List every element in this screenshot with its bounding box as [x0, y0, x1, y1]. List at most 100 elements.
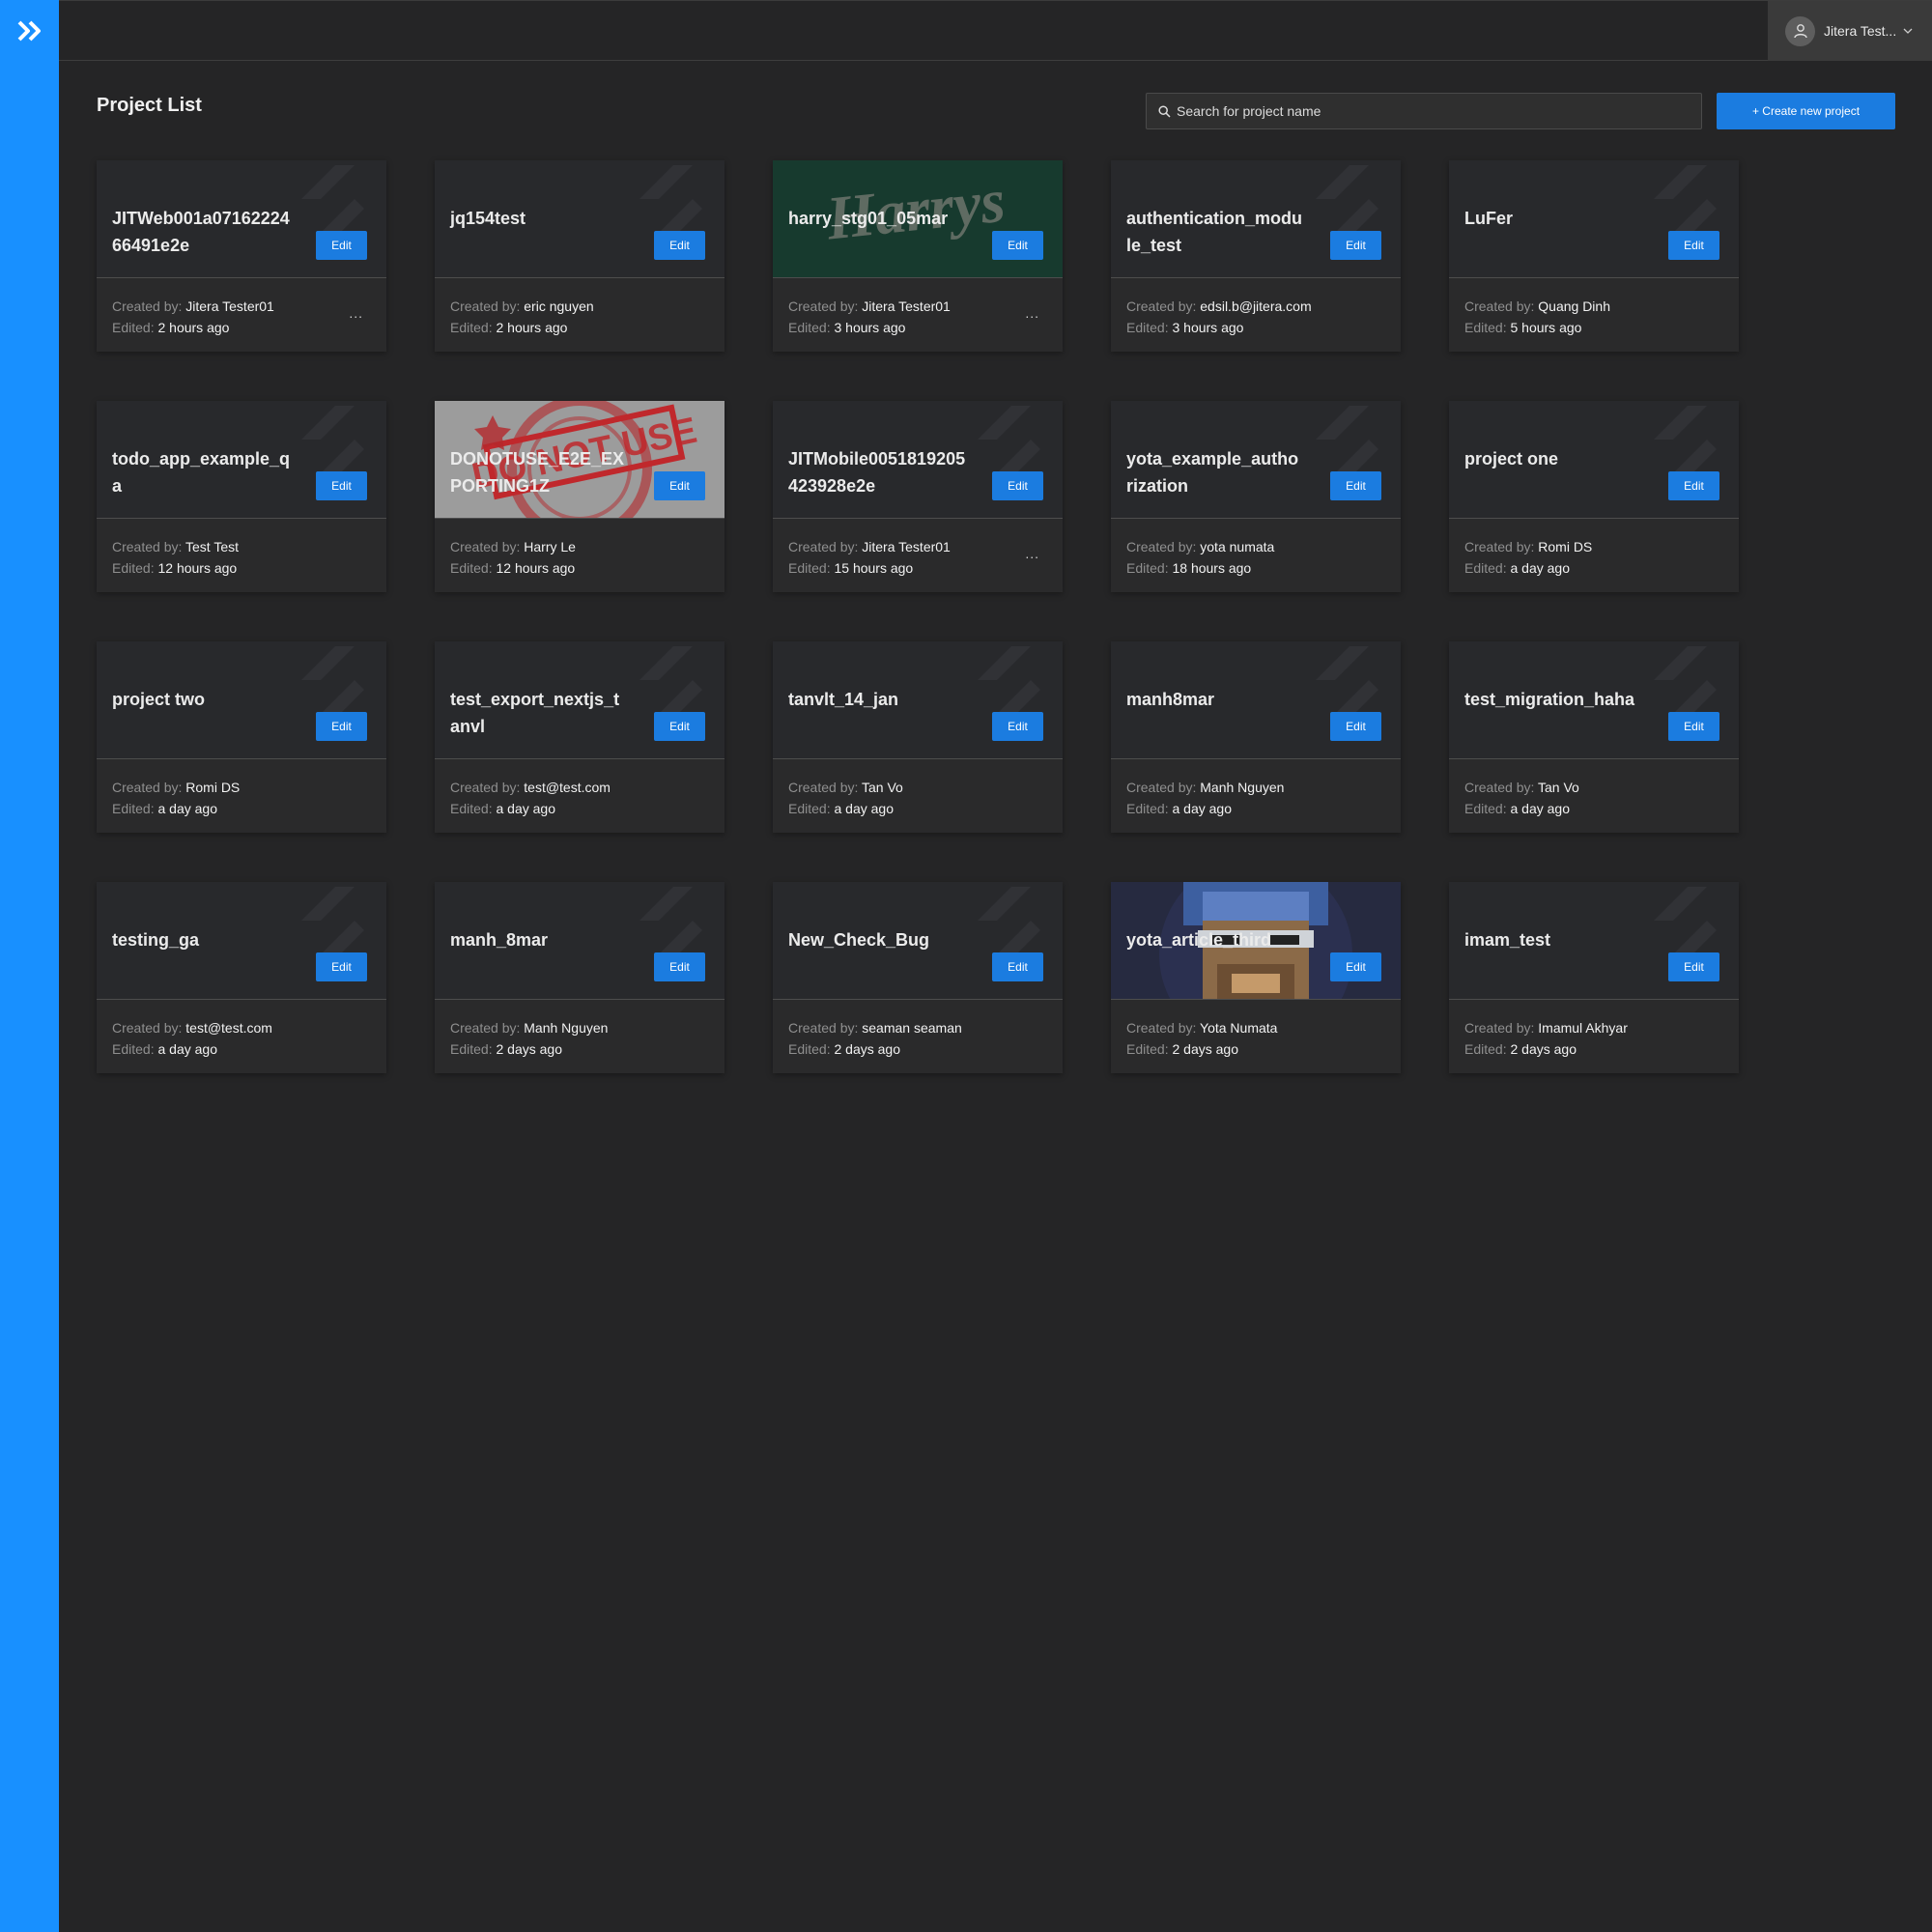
- edit-button[interactable]: Edit: [1668, 712, 1719, 741]
- edit-button[interactable]: Edit: [316, 471, 367, 500]
- edit-button[interactable]: Edit: [1668, 952, 1719, 981]
- edited-row: Edited: a day ago: [1126, 798, 1284, 819]
- created-by-row: Created by: Test Test: [112, 536, 239, 557]
- top-bar: Jitera Test...: [59, 0, 1932, 61]
- created-by-row: Created by: Manh Nguyen: [1126, 777, 1284, 798]
- edit-button[interactable]: Edit: [654, 471, 705, 500]
- created-by-value: Quang Dinh: [1538, 298, 1610, 314]
- project-name: manh_8mar: [450, 930, 549, 950]
- edit-button[interactable]: Edit: [992, 471, 1043, 500]
- project-card[interactable]: jq154test Edit Created by: eric nguyen Edit…: [435, 160, 724, 352]
- edit-button[interactable]: Edit: [1668, 231, 1719, 260]
- more-options-icon[interactable]: ...: [1025, 546, 1039, 561]
- edit-button[interactable]: Edit: [316, 712, 367, 741]
- edited-value: 12 hours ago: [496, 560, 576, 576]
- edit-button[interactable]: Edit: [1330, 471, 1381, 500]
- created-by-value: yota numata: [1200, 539, 1275, 554]
- project-card[interactable]: authentication_module_test Edit Created by…: [1111, 160, 1401, 352]
- edited-label: Edited:: [788, 320, 831, 335]
- created-by-label: Created by:: [450, 298, 521, 314]
- project-meta: Created by: test@test.com Edited: a day a…: [450, 777, 611, 819]
- card-header: yota_article_third Edit: [1111, 882, 1401, 1000]
- edit-button[interactable]: Edit: [992, 231, 1043, 260]
- edited-row: Edited: 2 hours ago: [450, 317, 594, 338]
- project-card[interactable]: imam_test Edit Created by: Imamul Akhyar Ed…: [1449, 882, 1739, 1073]
- edited-value: a day ago: [496, 801, 555, 816]
- edited-label: Edited:: [450, 801, 493, 816]
- edit-button[interactable]: Edit: [654, 231, 705, 260]
- created-by-row: Created by: Tan Vo: [788, 777, 903, 798]
- project-card[interactable]: tanvlt_14_jan Edit Created by: Tan Vo Edite…: [773, 641, 1063, 833]
- edit-button[interactable]: Edit: [1330, 952, 1381, 981]
- edit-button[interactable]: Edit: [992, 712, 1043, 741]
- project-meta: Created by: Jitera Tester01 Edited: 2 hou…: [112, 296, 274, 338]
- project-name: authentication_module_test: [1126, 209, 1303, 255]
- edited-label: Edited:: [1126, 801, 1169, 816]
- created-by-value: Manh Nguyen: [524, 1020, 609, 1036]
- edit-button[interactable]: Edit: [316, 231, 367, 260]
- edit-button[interactable]: Edit: [1330, 231, 1381, 260]
- card-header: authentication_module_test Edit: [1111, 160, 1401, 278]
- project-card[interactable]: testing_ga Edit Created by: test@test.com E…: [97, 882, 386, 1073]
- card-header: JITWeb001a0716222466491e2e Edit: [97, 160, 386, 278]
- project-card[interactable]: project one Edit Created by: Romi DS Edited…: [1449, 401, 1739, 592]
- edit-button[interactable]: Edit: [654, 952, 705, 981]
- created-by-label: Created by:: [788, 298, 859, 314]
- edit-button[interactable]: Edit: [1668, 471, 1719, 500]
- project-card[interactable]: test_migration_haha Edit Created by: Tan V…: [1449, 641, 1739, 833]
- more-options-icon[interactable]: ...: [349, 305, 363, 321]
- edited-row: Edited: a day ago: [788, 798, 903, 819]
- project-card[interactable]: JITMobile0051819205423928e2e Edit Created …: [773, 401, 1063, 592]
- edited-row: Edited: 2 days ago: [788, 1038, 962, 1060]
- created-by-value: test@test.com: [185, 1020, 272, 1036]
- created-by-value: Imamul Akhyar: [1538, 1020, 1628, 1036]
- project-card[interactable]: New_Check_Bug Edit Created by: seaman seam…: [773, 882, 1063, 1073]
- edited-value: a day ago: [834, 801, 894, 816]
- search-box[interactable]: [1146, 93, 1702, 129]
- project-card[interactable]: yota_example_authorization Edit Created by…: [1111, 401, 1401, 592]
- project-card[interactable]: Harrys harry_stg01_05mar Edit Created by: J…: [773, 160, 1063, 352]
- project-card[interactable]: manh_8mar Edit Created by: Manh Nguyen Edit…: [435, 882, 724, 1073]
- created-by-label: Created by:: [112, 1020, 183, 1036]
- edited-row: Edited: 12 hours ago: [450, 557, 576, 579]
- project-card[interactable]: DO NOT USE DONOTUSE_E2E_EXPORTING1Z Edit Cr…: [435, 401, 724, 592]
- search-input[interactable]: [1177, 103, 1679, 119]
- edit-button[interactable]: Edit: [316, 952, 367, 981]
- project-card[interactable]: test_export_nextjs_tanvl Edit Created by: …: [435, 641, 724, 833]
- search-icon: [1158, 104, 1171, 118]
- created-by-label: Created by:: [1464, 298, 1535, 314]
- edit-button[interactable]: Edit: [992, 952, 1043, 981]
- project-card[interactable]: manh8mar Edit Created by: Manh Nguyen Edite…: [1111, 641, 1401, 833]
- created-by-label: Created by:: [1464, 780, 1535, 795]
- card-header: imam_test Edit: [1449, 882, 1739, 1000]
- created-by-label: Created by:: [112, 539, 183, 554]
- project-meta: Created by: Tan Vo Edited: a day ago: [788, 777, 903, 819]
- edited-label: Edited:: [112, 1041, 155, 1057]
- project-meta: Created by: Quang Dinh Edited: 5 hours ag…: [1464, 296, 1610, 338]
- created-by-value: eric nguyen: [524, 298, 594, 314]
- edited-value: 2 days ago: [496, 1041, 562, 1057]
- project-card[interactable]: JITWeb001a0716222466491e2e Edit Created by…: [97, 160, 386, 352]
- project-name: LuFer: [1464, 209, 1514, 228]
- edited-row: Edited: a day ago: [450, 798, 611, 819]
- card-header: project one Edit: [1449, 401, 1739, 519]
- project-meta: Created by: yota numata Edited: 18 hours …: [1126, 536, 1274, 579]
- edit-button[interactable]: Edit: [1330, 712, 1381, 741]
- double-chevron-right-icon[interactable]: [17, 19, 43, 43]
- edited-row: Edited: 15 hours ago: [788, 557, 951, 579]
- edited-row: Edited: 2 days ago: [450, 1038, 608, 1060]
- card-header: todo_app_example_qa Edit: [97, 401, 386, 519]
- user-name: Jitera Test...: [1824, 23, 1897, 39]
- edited-value: a day ago: [1510, 801, 1570, 816]
- project-card[interactable]: LuFer Edit Created by: Quang Dinh Edited: 5…: [1449, 160, 1739, 352]
- project-card[interactable]: todo_app_example_qa Edit Created by: Test …: [97, 401, 386, 592]
- project-card[interactable]: project two Edit Created by: Romi DS Edited…: [97, 641, 386, 833]
- edit-button[interactable]: Edit: [654, 712, 705, 741]
- edited-row: Edited: 2 hours ago: [112, 317, 274, 338]
- project-name: project one: [1464, 449, 1559, 469]
- project-card[interactable]: yota_article_third Edit Created by: Yota N…: [1111, 882, 1401, 1073]
- user-menu[interactable]: Jitera Test...: [1768, 1, 1932, 61]
- create-project-button[interactable]: + Create new project: [1717, 93, 1895, 129]
- more-options-icon[interactable]: ...: [1025, 305, 1039, 321]
- card-header: JITMobile0051819205423928e2e Edit: [773, 401, 1063, 519]
